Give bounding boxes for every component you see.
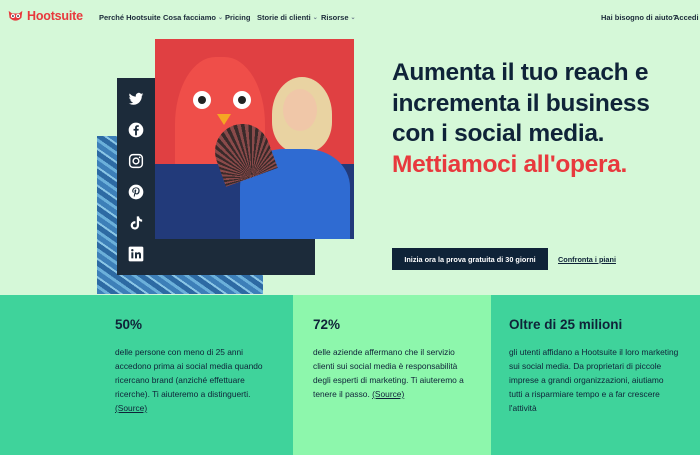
twitter-icon[interactable]: [128, 91, 144, 107]
owl-beak: [217, 114, 231, 125]
stat-value: 50%: [115, 317, 143, 332]
chevron-down-icon: ⌄: [312, 15, 318, 21]
stat-text: gli utenti affidano a Hootsuite il loro …: [509, 347, 679, 413]
source-link[interactable]: (Source): [372, 389, 404, 399]
facebook-icon[interactable]: [128, 122, 144, 138]
source-link[interactable]: (Source): [115, 403, 147, 413]
hootsuite-logo[interactable]: Hootsuite: [7, 9, 83, 23]
headline-text: Aumenta il tuo reach e incrementa il bus…: [392, 59, 650, 147]
social-icons-bar: [117, 78, 315, 275]
nav-item-storie-di-clienti[interactable]: Storie di clienti ⌄: [257, 13, 318, 22]
nav-item-cosa-facciamo[interactable]: Cosa facciamo ⌄: [163, 13, 223, 22]
help-link[interactable]: Hai bisogno di aiuto?: [601, 13, 677, 22]
owl-eye: [233, 91, 251, 109]
headline-accent: Mettiamoci all'opera.: [392, 150, 628, 178]
nav-label: Risorse: [321, 13, 349, 22]
nav-label: Storie di clienti: [257, 13, 311, 22]
brand-name: Hootsuite: [27, 9, 83, 23]
login-link[interactable]: Accedi: [674, 13, 699, 22]
owl-logo-icon: [8, 10, 23, 21]
stat-panel: 72% delle aziende affermano che il servi…: [293, 295, 491, 455]
chevron-down-icon: ⌄: [350, 15, 356, 21]
nav-item-pricing[interactable]: Pricing: [225, 13, 250, 22]
stat-panel: 50% delle persone con meno di 25 anni ac…: [0, 295, 293, 455]
owl-eye: [193, 91, 211, 109]
nav-label: Perché Hootsuite: [99, 13, 161, 22]
top-nav: Hootsuite Perché Hootsuite Cosa facciamo…: [0, 0, 700, 36]
stat-text: delle persone con meno di 25 anni accedo…: [115, 347, 263, 399]
hero-photo: [155, 39, 354, 239]
free-trial-button[interactable]: Inizia ora la prova gratuita di 30 giorn…: [392, 248, 548, 270]
nav-label: Cosa facciamo: [163, 13, 216, 22]
pinterest-icon[interactable]: [128, 184, 144, 200]
stat-panel: Oltre di 25 milioni gli utenti affidano …: [491, 295, 700, 455]
stat-value: Oltre di 25 milioni: [509, 317, 623, 332]
stat-description: gli utenti affidano a Hootsuite il loro …: [509, 345, 679, 415]
nav-item-perche-hootsuite[interactable]: Perché Hootsuite: [99, 13, 161, 22]
linkedin-icon[interactable]: [128, 246, 144, 262]
woman-face: [283, 89, 317, 131]
tiktok-icon[interactable]: [128, 215, 144, 231]
stat-description: delle aziende affermano che il servizio …: [313, 345, 473, 401]
compare-plans-link[interactable]: Confronta i piani: [558, 255, 616, 264]
chevron-down-icon: ⌄: [217, 15, 223, 21]
hero-headline: Aumenta il tuo reach e incrementa il bus…: [392, 58, 682, 180]
instagram-icon[interactable]: [128, 153, 144, 169]
stat-value: 72%: [313, 317, 341, 332]
social-bar-extension: [155, 239, 315, 275]
nav-item-risorse[interactable]: Risorse ⌄: [321, 13, 356, 22]
stat-description: delle persone con meno di 25 anni accedo…: [115, 345, 275, 415]
nav-label: Pricing: [225, 13, 251, 22]
